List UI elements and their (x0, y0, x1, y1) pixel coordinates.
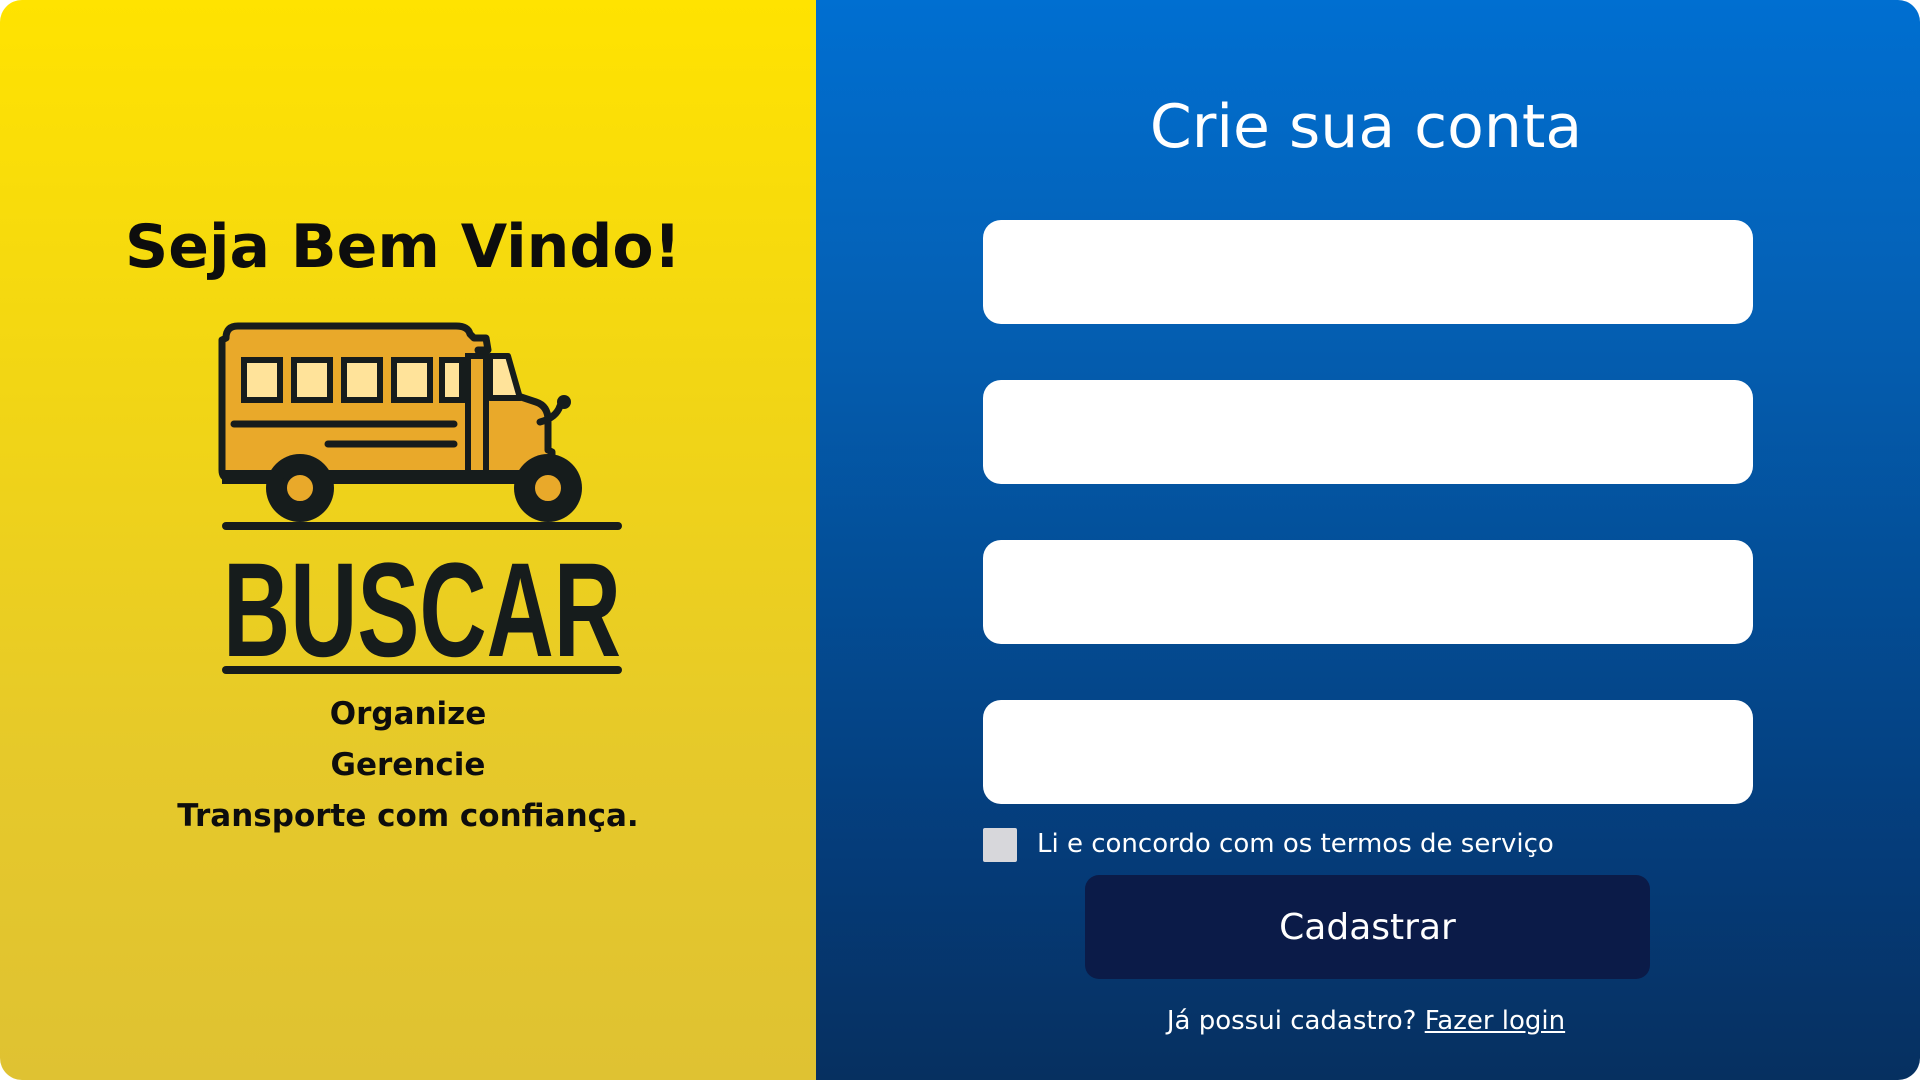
login-prompt-text: Já possui cadastro? (1166, 1006, 1417, 1036)
signup-field-3[interactable] (983, 540, 1753, 644)
login-link[interactable]: Fazer login (1425, 1006, 1565, 1036)
tagline-transporte: Transporte com confiança. (177, 798, 639, 834)
logo-wordmark: BUSCAR (223, 536, 621, 678)
terms-checkbox[interactable] (983, 828, 1017, 862)
school-bus-icon: BUSCAR (218, 322, 622, 685)
welcome-panel: Seja Bem Vindo! BUSCAR Organize Gerencie… (0, 0, 816, 1080)
register-button[interactable]: Cadastrar (1085, 875, 1650, 979)
tagline-gerencie: Gerencie (330, 747, 486, 783)
welcome-title: Seja Bem Vindo! (125, 212, 681, 282)
tagline-organize: Organize (329, 696, 487, 732)
app-frame: Seja Bem Vindo! BUSCAR Organize Gerencie… (0, 0, 1920, 1080)
login-prompt-line: Já possui cadastro? Fazer login (816, 1006, 1916, 1036)
buscar-logo: BUSCAR (218, 320, 628, 685)
signup-field-1[interactable] (983, 220, 1753, 324)
signup-field-2[interactable] (983, 380, 1753, 484)
terms-label: Li e concordo com os termos de serviço (1037, 829, 1554, 859)
signup-field-4[interactable] (983, 700, 1753, 804)
form-title: Crie sua conta (1149, 92, 1583, 162)
